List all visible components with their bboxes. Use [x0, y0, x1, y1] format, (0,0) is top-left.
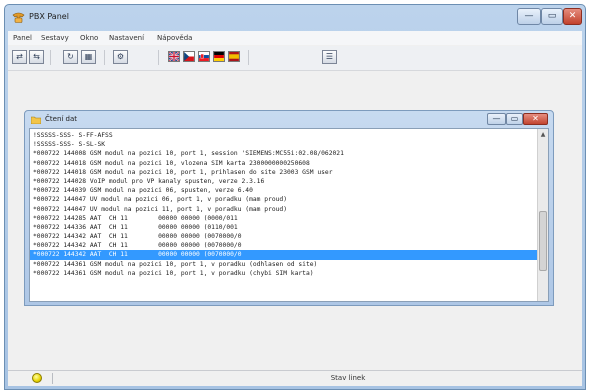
refresh-icon: ↻ [67, 52, 74, 61]
close-icon: ✕ [532, 114, 539, 123]
log-line[interactable]: *000722 144018 GSM modul na pozici 10, p… [30, 168, 538, 177]
status-separator [52, 373, 53, 384]
status-text: Stav linek [330, 374, 366, 382]
minimize-icon: — [492, 114, 501, 123]
client-area: Panel Sestavy Okno Nastavení Nápověda ⇄ … [8, 31, 582, 386]
log-line[interactable]: *000722 144285 AAT CH 11 00000 00000 (00… [30, 214, 538, 223]
log-line[interactable]: *000722 144342 AAT CH 11 00000 00000 (00… [30, 232, 538, 241]
es-flag-icon[interactable] [228, 51, 240, 62]
menu-okno[interactable]: Okno [80, 34, 98, 42]
toolbar-separator [104, 50, 105, 65]
menu-panel[interactable]: Panel [13, 34, 32, 42]
maximize-button[interactable]: ▭ [541, 8, 563, 25]
scroll-up-icon[interactable]: ▲ [538, 131, 548, 138]
settings-button[interactable]: ⚙ [113, 50, 128, 64]
toolbar: ⇄ ⇆ ↻ ▦ ⚙ ☰ [8, 46, 582, 71]
menu-sestavy[interactable]: Sestavy [41, 34, 69, 42]
log-line[interactable]: !SSSSS-SSS- S-FF-AFSS [30, 131, 538, 140]
child-maximize-button[interactable]: ▭ [506, 113, 523, 125]
log-line[interactable]: *000722 144047 UV modul na pozici 06, po… [30, 195, 538, 204]
sk-flag-icon[interactable] [198, 51, 210, 62]
log-line[interactable]: *000722 144039 GSM modul na pozici 06, s… [30, 186, 538, 195]
minimize-button[interactable]: — [517, 8, 541, 25]
settings-icon: ⚙ [116, 52, 125, 61]
lightbulb-icon [32, 373, 42, 383]
child-close-button[interactable]: ✕ [523, 113, 548, 125]
child-minimize-button[interactable]: — [487, 113, 506, 125]
toolbar-separator [248, 50, 249, 65]
log-line[interactable]: *000722 144008 GSM modul na pozici 10, p… [30, 149, 538, 158]
maximize-icon: ▭ [547, 11, 557, 21]
connect-icon: ⇄ [16, 52, 23, 61]
close-button[interactable]: ✕ [563, 8, 582, 25]
toolbar-separator [158, 50, 159, 65]
close-icon: ✕ [568, 11, 577, 21]
log-listbox[interactable]: !SSSSS-SSS- S-FF-AFSS !SSSSS-SSS- S-SL-SK… [29, 128, 549, 302]
log-line[interactable]: *000722 144047 UV modul na pozici 11, po… [30, 205, 538, 214]
gb-flag-icon[interactable] [168, 51, 180, 62]
folder-icon [31, 116, 41, 124]
log-line[interactable]: *000722 144336 AAT CH 11 00000 00000 (01… [30, 223, 538, 232]
refresh-button[interactable]: ↻ [63, 50, 78, 64]
read-data-title: Čtení dat [45, 115, 78, 123]
maximize-icon: ▭ [510, 114, 519, 123]
menu-napoveda[interactable]: Nápověda [157, 34, 192, 42]
cz-flag-icon[interactable] [183, 51, 195, 62]
log-lines: !SSSSS-SSS- S-FF-AFSS !SSSSS-SSS- S-SL-SK… [30, 131, 538, 278]
disconnect-icon: ⇆ [33, 52, 40, 61]
read-data-window: Čtení dat — ▭ ✕ !SSSSS-SSS- S-FF-AFSS !SS… [24, 110, 554, 306]
status-bar: Stav linek [8, 370, 582, 386]
log-line[interactable]: !SSSSS-SSS- S-SL-SK [30, 140, 538, 149]
toolbar-separator [50, 50, 51, 65]
log-line[interactable]: *000722 144361 GSM modul na pozici 10, p… [30, 269, 538, 278]
pbx-phone-icon [12, 12, 25, 23]
log-line[interactable]: *000722 144028 VoIP modul pro VP kanaly … [30, 177, 538, 186]
scrollbar-thumb[interactable] [539, 211, 547, 271]
vertical-scrollbar[interactable]: ▲ [537, 129, 548, 301]
window-title: PBX Panel [29, 12, 69, 21]
log-line[interactable]: *000722 144361 GSM modul na pozici 10, p… [30, 260, 538, 269]
disconnect-button[interactable]: ⇆ [29, 50, 44, 64]
menu-nastaveni[interactable]: Nastavení [109, 34, 144, 42]
users-button[interactable]: ☰ [322, 50, 337, 64]
users-icon: ☰ [325, 52, 334, 61]
de-flag-icon[interactable] [213, 51, 225, 62]
connect-button[interactable]: ⇄ [12, 50, 27, 64]
minimize-icon: — [524, 11, 534, 21]
title-bar[interactable]: PBX Panel — ▭ ✕ [5, 5, 585, 31]
log-line[interactable]: *000722 144342 AAT CH 11 00000 00000 (00… [30, 241, 538, 250]
log-line[interactable]: *000722 144018 GSM modul na pozici 10, v… [30, 159, 538, 168]
log-line[interactable]: *000722 144342 AAT CH 11 00000 00000 (00… [30, 250, 538, 260]
menu-bar: Panel Sestavy Okno Nastavení Nápověda [8, 31, 582, 45]
grid-button[interactable]: ▦ [81, 50, 96, 64]
main-window: PBX Panel — ▭ ✕ Panel Sestavy Okno Nasta… [4, 4, 586, 390]
grid-icon: ▦ [84, 52, 93, 61]
